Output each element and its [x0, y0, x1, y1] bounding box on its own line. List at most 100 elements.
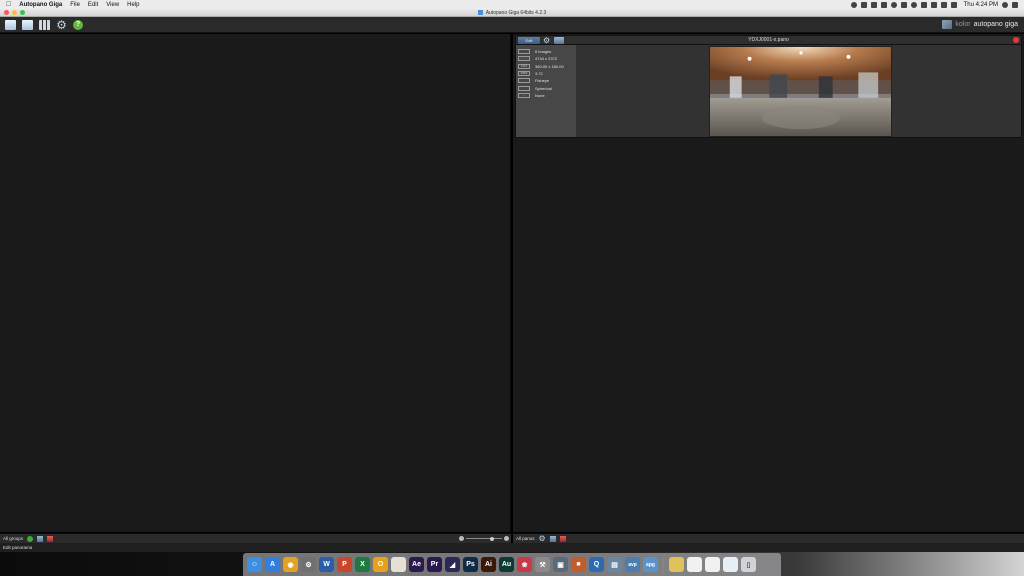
dock-media-encoder-icon[interactable]: ◢ — [445, 557, 460, 572]
dock-toolbox-icon[interactable]: ⚒ — [535, 557, 550, 572]
zoom-out-icon[interactable] — [459, 536, 464, 541]
settings-gear-icon[interactable]: ⚙ — [56, 18, 67, 32]
macos-dock: ☺ A ◉ ⚙ W P X O Ae Pr ◢ Ps Ai Au ❀ ⚒ ▣ ■ Q ▤ avp apg ▯ — [243, 553, 781, 576]
zoom-window-button[interactable] — [20, 10, 25, 15]
status-icon[interactable] — [910, 1, 917, 8]
dock-autopano-video-icon[interactable]: avp — [625, 557, 640, 572]
lens-icon — [518, 78, 530, 84]
dock-trash-icon[interactable]: ▯ — [741, 557, 756, 572]
dock-finder-icon[interactable]: ☺ — [247, 557, 262, 572]
menu-view[interactable]: View — [106, 2, 119, 8]
panos-filter-label[interactable]: All panos — [516, 536, 535, 541]
menu-file[interactable]: File — [70, 2, 80, 8]
panorama-info: 6 images ←→ 4744 x 2372 FOV 360.00 x 180… — [516, 45, 576, 137]
status-icon[interactable] — [920, 1, 927, 8]
spotlight-icon[interactable] — [1002, 1, 1008, 8]
info-size: 4744 x 2372 — [535, 56, 558, 62]
detect-play-icon[interactable] — [27, 535, 34, 542]
groups-filter-label[interactable]: All groups — [3, 536, 23, 541]
dock-chrome-icon[interactable]: ◉ — [283, 557, 298, 572]
images-icon — [518, 49, 530, 55]
panorama-title: YDXJ0001-s.pano — [748, 37, 789, 43]
info-lens: Fisheye — [535, 78, 550, 84]
panoramas-pane[interactable]: Edit ⚙ YDXJ0001-s.pano 6 images ←→ 4744 … — [513, 34, 1024, 532]
dock-books-icon[interactable]: ■ — [571, 557, 586, 572]
delete-panorama-icon[interactable] — [559, 535, 566, 542]
dock-preview-icon[interactable]: ▤ — [607, 557, 622, 572]
panorama-thumbnail[interactable] — [709, 46, 892, 137]
dock-premiere-icon[interactable]: Pr — [427, 557, 442, 572]
panos-bottom-bar: All panos ⚙ — [513, 533, 1024, 543]
select-images-button[interactable] — [5, 19, 16, 30]
edit-panorama-button[interactable]: Edit — [518, 36, 540, 44]
status-icon[interactable] — [900, 1, 907, 8]
volume-icon[interactable] — [930, 1, 937, 8]
dock-app-store-icon[interactable]: A — [265, 557, 280, 572]
fov-icon: FOV — [518, 63, 530, 69]
groups-pane[interactable] — [0, 34, 511, 532]
notification-center-icon[interactable] — [1012, 1, 1018, 8]
dock-document-1-icon[interactable] — [687, 557, 702, 572]
macos-menubar:  Autopano Giga File Edit View Help Thu … — [0, 0, 1024, 9]
render-settings-gear-icon[interactable]: ⚙ — [543, 36, 551, 44]
dock-document-3-icon[interactable] — [723, 557, 738, 572]
dock-after-effects-icon[interactable]: Ae — [409, 557, 424, 572]
import-folder-button[interactable] — [39, 19, 50, 30]
dock-notes-icon[interactable] — [391, 557, 406, 572]
delete-group-icon[interactable] — [47, 535, 54, 542]
dock-davinci-icon[interactable]: ❀ — [517, 557, 532, 572]
zoom-slider-handle[interactable] — [490, 536, 494, 541]
dock-image-capture-icon[interactable]: ▣ — [553, 557, 568, 572]
status-icon[interactable] — [890, 1, 897, 8]
status-icon[interactable] — [860, 1, 867, 8]
add-group-icon[interactable] — [37, 535, 44, 542]
open-project-button[interactable] — [22, 19, 33, 30]
groups-bottom-bar: All groups — [0, 533, 511, 543]
dock-autopano-giga-icon[interactable]: apg — [643, 557, 658, 572]
info-row-lens: Fisheye — [518, 77, 574, 84]
dock-system-preferences-icon[interactable]: ⚙ — [301, 557, 316, 572]
info-images-count: 6 images — [535, 49, 552, 55]
panorama-header: Edit ⚙ YDXJ0001-s.pano — [515, 35, 1022, 45]
dock-excel-icon[interactable]: X — [355, 557, 370, 572]
close-window-button[interactable] — [4, 10, 9, 15]
dock-photoshop-icon[interactable]: Ps — [463, 557, 478, 572]
dock-outlook-o-icon[interactable]: O — [373, 557, 388, 572]
dock-illustrator-icon[interactable]: Ai — [481, 557, 496, 572]
menubar-clock[interactable]: Thu 4:24 PM — [964, 2, 998, 8]
remove-panorama-button[interactable] — [1013, 37, 1019, 43]
zoom-in-icon[interactable] — [504, 536, 509, 541]
help-icon[interactable]: ? — [73, 19, 83, 30]
wifi-icon[interactable] — [950, 1, 957, 8]
projection-icon — [518, 85, 530, 91]
dock-quicktime-icon[interactable]: Q — [589, 557, 604, 572]
window-controls — [4, 10, 25, 15]
dock-powerpoint-icon[interactable]: P — [337, 557, 352, 572]
status-icon[interactable] — [870, 1, 877, 8]
zoom-slider[interactable] — [466, 536, 502, 541]
info-format: None — [535, 92, 545, 98]
dock-folder-1-icon[interactable] — [669, 557, 684, 572]
brand-logo: kolor autopano giga — [942, 20, 1024, 29]
app-title-icon — [477, 10, 483, 15]
battery-icon[interactable] — [940, 1, 947, 8]
apple-icon[interactable]:  — [6, 1, 11, 8]
thumbnail-zoom-control — [459, 536, 509, 541]
info-projection: Spherical — [535, 85, 552, 91]
menu-help[interactable]: Help — [127, 2, 139, 8]
minimize-window-button[interactable] — [12, 10, 17, 15]
info-row-size: ←→ 4744 x 2372 — [518, 55, 574, 62]
batch-render-icon[interactable] — [549, 535, 556, 542]
panorama-card[interactable]: 6 images ←→ 4744 x 2372 FOV 360.00 x 180… — [515, 45, 1022, 138]
dock-document-2-icon[interactable] — [705, 557, 720, 572]
dock-separator — [663, 556, 664, 573]
status-icon[interactable] — [880, 1, 887, 8]
info-row-fov: FOV 360.00 x 180.00 — [518, 63, 574, 70]
render-button[interactable] — [554, 36, 564, 44]
status-icon[interactable] — [850, 1, 857, 8]
dock-audition-icon[interactable]: Au — [499, 557, 514, 572]
menu-app-name[interactable]: Autopano Giga — [19, 2, 62, 8]
menu-edit[interactable]: Edit — [88, 2, 98, 8]
dock-word-icon[interactable]: W — [319, 557, 334, 572]
batch-settings-gear-icon[interactable]: ⚙ — [539, 534, 546, 543]
